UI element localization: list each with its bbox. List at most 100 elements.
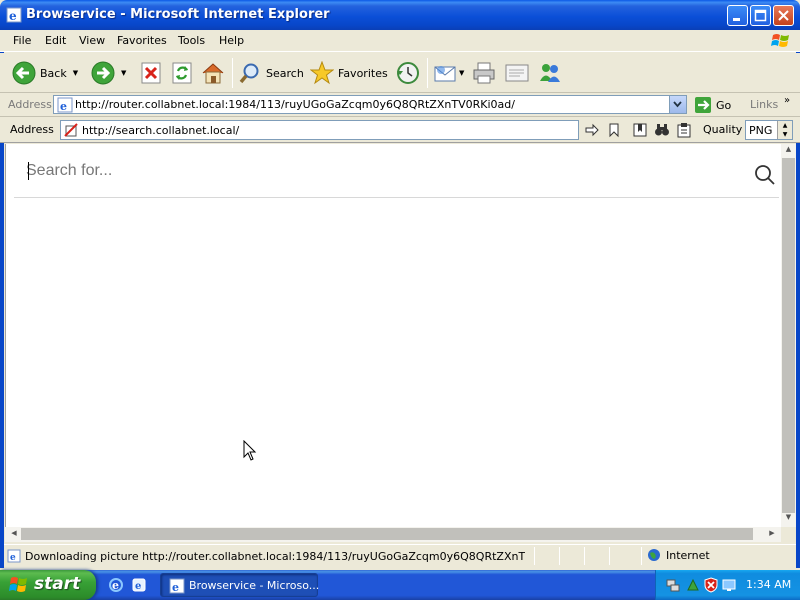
monitor-tray-icon[interactable] [721, 577, 737, 593]
update-tray-icon[interactable] [685, 577, 701, 593]
status-divider [559, 547, 560, 565]
quality-selector[interactable]: PNG ▲ ▼ [745, 120, 793, 140]
scroll-up-icon[interactable]: ▲ [781, 145, 796, 158]
taskbar-item-label: Browservice - Microso... [189, 579, 320, 592]
app-address-bar: Address http://search.collabnet.local/ Q… [0, 117, 800, 143]
stop-icon [141, 62, 161, 84]
links-chevron-icon[interactable]: » [784, 95, 790, 106]
edit-button[interactable] [504, 61, 530, 85]
quality-spinner[interactable]: ▲ ▼ [777, 121, 792, 139]
mail-button[interactable]: ▼ [433, 61, 464, 85]
stop-button[interactable] [140, 61, 162, 85]
menu-favorites[interactable]: Favorites [117, 34, 167, 47]
toolbar-separator [427, 58, 428, 88]
page-icon: e [57, 97, 73, 113]
links-button[interactable]: Links [750, 98, 778, 111]
clipboard-icon[interactable] [676, 122, 692, 138]
ie-address-bar: Address e http://router.collabnet.local:… [0, 93, 800, 117]
chevron-down-icon [673, 101, 682, 108]
messenger-button[interactable] [537, 61, 563, 85]
svg-text:e: e [112, 579, 119, 592]
horizontal-scrollbar[interactable]: ◀ ▶ [5, 527, 781, 542]
print-button[interactable] [472, 61, 496, 85]
mouse-cursor-icon [243, 440, 257, 461]
maximize-icon [754, 9, 767, 22]
svg-text:e: e [9, 9, 17, 23]
svg-text:e: e [135, 581, 141, 592]
bookmark-icon[interactable] [606, 122, 622, 138]
quality-value: PNG [749, 124, 773, 137]
menu-help[interactable]: Help [219, 34, 244, 47]
status-divider [609, 547, 610, 565]
refresh-button[interactable] [171, 61, 193, 85]
quality-label: Quality [703, 123, 743, 136]
forward-dropdown-icon[interactable]: ▼ [121, 69, 126, 77]
status-divider [584, 547, 585, 565]
outlook-quicklaunch-icon[interactable]: e [131, 577, 147, 593]
find-binoculars-icon[interactable] [654, 122, 670, 138]
security-zone: Internet [647, 548, 710, 562]
go-label: Go [716, 98, 732, 112]
scroll-right-icon[interactable]: ▶ [766, 529, 778, 541]
start-label: start [34, 574, 81, 594]
ie-quicklaunch-icon[interactable]: e [108, 577, 124, 593]
svg-text:e: e [10, 553, 16, 563]
page-content [5, 144, 781, 527]
menu-view[interactable]: View [79, 34, 105, 47]
history-button[interactable] [395, 61, 421, 85]
app-address-label: Address [10, 123, 54, 136]
go-arrow-icon [695, 97, 711, 113]
title-bar: e Browservice - Microsoft Internet Explo… [0, 0, 800, 30]
home-icon [202, 63, 224, 84]
status-divider [534, 547, 535, 565]
close-button[interactable] [773, 5, 794, 26]
vertical-scrollbar[interactable]: ▲ ▼ [781, 144, 796, 527]
text-caret [28, 162, 29, 180]
back-button[interactable]: Back ▼ [12, 61, 78, 85]
minimize-icon [733, 18, 740, 21]
home-button[interactable] [201, 61, 225, 85]
no-security-icon [64, 123, 78, 137]
go-arrow-outline-icon[interactable] [584, 122, 600, 138]
menu-edit[interactable]: Edit [45, 34, 66, 47]
bookmarks-list-icon[interactable] [632, 122, 648, 138]
network-tray-icon[interactable] [665, 577, 681, 593]
messenger-icon [540, 64, 560, 82]
address-dropdown-button[interactable] [669, 96, 686, 113]
back-label: Back [40, 66, 67, 80]
horizontal-scroll-thumb[interactable] [21, 528, 753, 540]
menu-file[interactable]: File [13, 34, 31, 47]
menu-tools[interactable]: Tools [178, 34, 205, 47]
history-icon [397, 62, 419, 84]
favorites-button[interactable]: Favorites [310, 61, 388, 85]
search-button[interactable]: Search [238, 61, 304, 85]
ie-icon: e [6, 7, 22, 23]
toolbar-separator [232, 58, 233, 88]
minimize-button[interactable] [727, 5, 748, 26]
mail-dropdown-icon[interactable]: ▼ [459, 69, 464, 77]
forward-button[interactable]: ▼ [91, 61, 126, 85]
globe-icon [648, 549, 660, 561]
search-input[interactable] [26, 160, 726, 182]
taskbar-item-browservice[interactable]: e Browservice - Microso... [160, 573, 320, 597]
start-button[interactable]: start [0, 570, 96, 600]
magnifier-icon [239, 63, 259, 84]
edit-page-icon [505, 64, 529, 82]
search-icon[interactable] [754, 164, 776, 186]
scroll-down-icon[interactable]: ▼ [781, 513, 796, 526]
ie-address-url: http://router.collabnet.local:1984/113/r… [75, 98, 515, 111]
maximize-button[interactable] [750, 5, 771, 26]
security-alert-icon[interactable] [703, 577, 719, 593]
back-dropdown-icon[interactable]: ▼ [73, 69, 78, 77]
ie-address-field[interactable]: e http://router.collabnet.local:1984/113… [53, 95, 687, 114]
status-bar: e Downloading picture http://router.coll… [4, 544, 796, 566]
vertical-scroll-thumb[interactable] [782, 158, 795, 513]
close-icon [778, 10, 789, 21]
scrollbar-corner [781, 527, 796, 542]
windows-flag-icon [9, 577, 27, 592]
go-button[interactable]: Go [694, 96, 731, 114]
menu-bar: File Edit View Favorites Tools Help [0, 30, 800, 52]
search-label: Search [266, 66, 304, 80]
app-address-field[interactable]: http://search.collabnet.local/ [60, 120, 579, 140]
scroll-left-icon[interactable]: ◀ [8, 529, 20, 541]
